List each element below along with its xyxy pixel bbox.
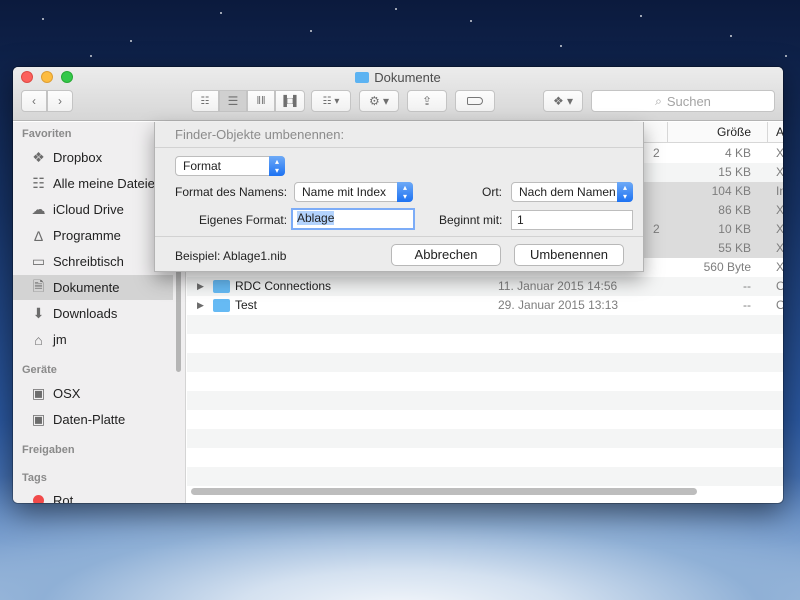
empty-row: [187, 448, 783, 467]
sidebar-item-programme[interactable]: ∆ Programme: [13, 223, 173, 248]
start-label: Beginnt mit:: [439, 213, 503, 227]
sidebar-item-icloud[interactable]: ☁ iCloud Drive: [13, 197, 173, 222]
column-header-kind[interactable]: A: [767, 122, 783, 143]
document-icon: 🗎: [32, 277, 45, 294]
sidebar-item-daten-platte[interactable]: ▣ Daten-Platte: [13, 407, 173, 432]
sidebar-item-jm[interactable]: ⌂ jm: [13, 327, 173, 352]
tag-button[interactable]: [455, 90, 495, 112]
share-button[interactable]: ⇪: [407, 90, 447, 112]
chevron-right-icon: ›: [58, 94, 62, 108]
empty-row: [187, 372, 783, 391]
sidebar-header-shared: Freigaben: [22, 444, 75, 456]
search-icon: ⌕: [655, 93, 662, 108]
sidebar-item-osx[interactable]: ▣ OSX: [13, 381, 173, 406]
table-row-rdc-connections[interactable]: ▶ RDC Connections 11. Januar 2015 14:56 …: [187, 277, 783, 296]
mode-select[interactable]: Format ▴ ▾: [175, 156, 285, 176]
action-button[interactable]: ⚙ ▾: [359, 90, 399, 112]
sidebar-item-all-files[interactable]: ☷ Alle meine Dateien: [13, 171, 173, 196]
empty-row: [187, 334, 783, 353]
disk-icon: ▣: [31, 411, 46, 427]
empty-row: [187, 467, 783, 486]
sidebar-header-favorites: Favoriten: [22, 128, 72, 140]
sidebar-header-tags: Tags: [22, 472, 47, 484]
arrange-button[interactable]: ☷ ▾: [311, 90, 351, 112]
title-bar: Dokumente ‹ › ☷ ☰ ‖‖ ▐□▌ ☷ ▾ ⚙ ▾ ⇪ ❖ ▾ ⌕…: [13, 67, 783, 121]
rename-button[interactable]: Umbenennen: [514, 244, 624, 266]
location-select[interactable]: Nach dem Namen ▴ ▾: [511, 182, 633, 202]
empty-row: [187, 429, 783, 448]
empty-row: [187, 315, 783, 334]
icon-view-button[interactable]: ☷: [191, 90, 219, 112]
tag-dot-icon: [30, 492, 47, 503]
folder-icon: [355, 72, 370, 83]
tag-icon: [467, 97, 483, 105]
disclosure-triangle-icon[interactable]: ▶: [197, 277, 204, 296]
popup-arrows-icon: ▴ ▾: [617, 182, 633, 202]
search-placeholder: Suchen: [666, 93, 711, 109]
column-header-size[interactable]: Größe: [667, 122, 767, 143]
search-field[interactable]: ⌕ Suchen: [591, 90, 775, 112]
dropbox-button[interactable]: ❖ ▾: [543, 90, 583, 112]
disclosure-triangle-icon[interactable]: ▶: [197, 296, 204, 315]
applications-icon: ∆: [34, 227, 43, 244]
cancel-button[interactable]: Abbrechen: [391, 244, 501, 266]
table-row-test[interactable]: ▶ Test 29. Januar 2015 13:13 -- O: [187, 296, 783, 315]
empty-row: [187, 391, 783, 410]
folder-icon: [213, 280, 230, 293]
cover-flow-button[interactable]: ▐□▌: [275, 90, 305, 112]
start-number-field[interactable]: 1: [511, 210, 633, 230]
gear-icon: ⚙ ▾: [368, 94, 390, 108]
sidebar-item-dokumente[interactable]: 🗎 Dokumente: [13, 275, 173, 300]
column-view-button[interactable]: ‖‖: [247, 90, 275, 112]
disk-icon: ▣: [31, 385, 46, 401]
list-icon: ☰: [227, 94, 239, 108]
list-view-button[interactable]: ☰: [219, 90, 247, 112]
folder-icon: [213, 299, 230, 312]
name-format-label: Format des Namens:: [175, 185, 288, 199]
sidebar-header-devices: Geräte: [22, 364, 57, 376]
dropbox-icon: ❖ ▾: [552, 94, 574, 108]
cloud-icon: ☁: [31, 201, 46, 217]
columns-icon: ‖‖: [256, 95, 266, 107]
sidebar-item-tag-rot[interactable]: Rot: [13, 488, 173, 503]
share-icon: ⇪: [421, 94, 433, 108]
empty-row: [187, 410, 783, 429]
custom-format-label: Eigenes Format:: [199, 213, 288, 227]
all-files-icon: ☷: [32, 175, 45, 191]
back-button[interactable]: ‹: [21, 90, 47, 112]
empty-row: [187, 353, 783, 372]
popup-arrows-icon: ▴ ▾: [269, 156, 285, 176]
popup-arrows-icon: ▴ ▾: [397, 182, 413, 202]
sidebar-item-dropbox[interactable]: ❖ Dropbox: [13, 145, 173, 170]
horizontal-scrollbar[interactable]: [191, 488, 697, 495]
forward-button[interactable]: ›: [47, 90, 73, 112]
chevron-left-icon: ‹: [32, 94, 36, 108]
home-icon: ⌂: [34, 331, 43, 348]
custom-format-field[interactable]: Ablage: [291, 208, 415, 230]
divider: [155, 147, 643, 148]
download-icon: ⬇: [32, 305, 45, 321]
window-title: Dokumente: [13, 70, 783, 85]
dialog-title: Finder-Objekte umbenennen:: [175, 127, 345, 142]
rename-dialog: Finder-Objekte umbenennen: Format ▴ ▾ For…: [154, 122, 644, 272]
sidebar-item-downloads[interactable]: ⬇ Downloads: [13, 301, 173, 326]
name-format-select[interactable]: Name mit Index ▴ ▾: [294, 182, 413, 202]
desktop-icon: ▭: [31, 253, 46, 269]
location-label: Ort:: [482, 185, 502, 199]
dropbox-icon: ❖: [32, 149, 45, 165]
sidebar-item-schreibtisch[interactable]: ▭ Schreibtisch: [13, 249, 173, 274]
example-text: Beispiel: Ablage1.nib: [175, 249, 287, 263]
arrange-icon: ☷ ▾: [322, 95, 340, 107]
divider: [155, 236, 643, 237]
grid-icon: ☷: [200, 95, 210, 107]
cover-flow-icon: ▐□▌: [279, 95, 301, 107]
